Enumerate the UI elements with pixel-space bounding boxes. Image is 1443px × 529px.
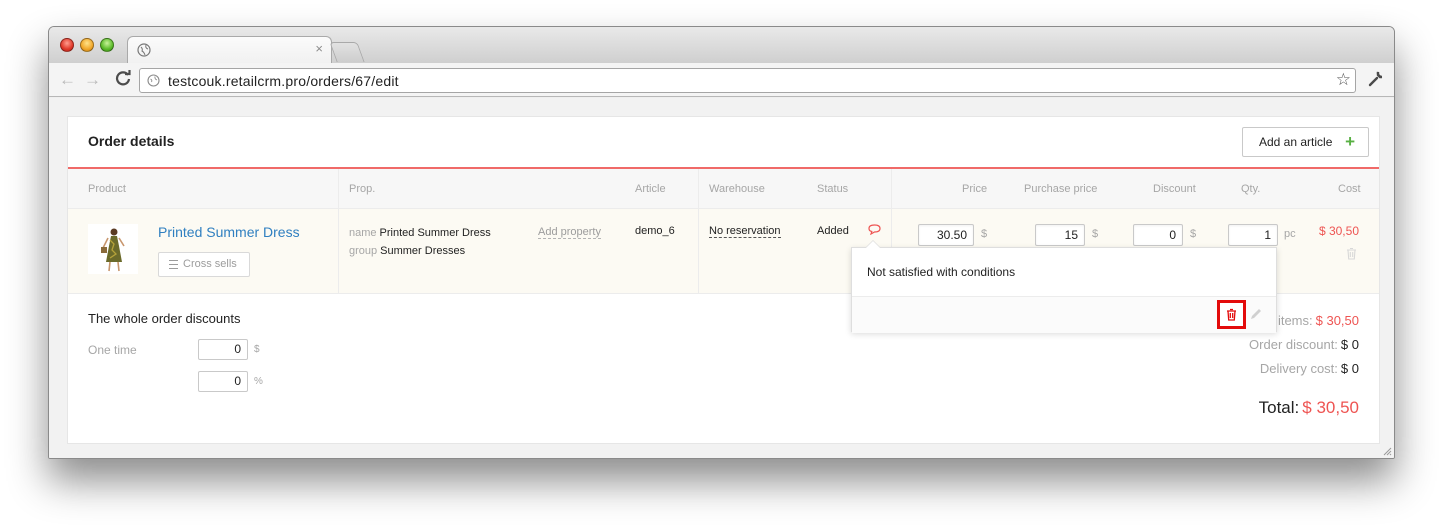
reload-icon[interactable]: [115, 70, 131, 90]
window-close-button[interactable]: [60, 38, 74, 52]
title-bar: ×: [49, 27, 1394, 63]
summary-items: items: $ 30,50: [1278, 313, 1359, 328]
wrench-icon[interactable]: [1367, 70, 1385, 88]
quantity-input[interactable]: 1: [1228, 224, 1278, 246]
window-maximize-button[interactable]: [100, 38, 114, 52]
forward-arrow-icon[interactable]: →: [84, 70, 101, 90]
col-discount: Discount: [1153, 183, 1196, 195]
pencil-icon[interactable]: [1249, 307, 1263, 321]
prop-value: Printed Summer Dress: [379, 227, 491, 239]
product-thumbnail[interactable]: [88, 224, 138, 274]
status-comment-text: Not satisfied with conditions: [867, 265, 1016, 279]
summary-items-value: $ 30,50: [1315, 313, 1359, 328]
col-product: Product: [88, 183, 126, 195]
site-info-icon[interactable]: [147, 74, 160, 87]
add-article-label: Add an article: [1259, 135, 1333, 149]
price-unit: $: [981, 228, 988, 240]
summary-order-discount: Order discount: $ 0: [1249, 337, 1359, 352]
reload-icon-svg: [115, 70, 131, 86]
column-separator: [338, 169, 339, 294]
col-status: Status: [817, 183, 849, 195]
url-host: testcouk.retailcrm.pro: [168, 73, 307, 89]
col-purchase-price: Purchase price: [1024, 183, 1098, 195]
order-discounts-title: The whole order discounts: [88, 311, 241, 326]
delete-comment-button[interactable]: [1217, 300, 1246, 329]
card-title: Order details: [88, 133, 175, 149]
window-minimize-button[interactable]: [80, 38, 94, 52]
plus-icon: +: [1345, 132, 1355, 151]
col-prop: Prop.: [349, 183, 376, 195]
browser-window: × ← → testcouk.retailcrm.pro/orders/67/e…: [48, 26, 1395, 459]
col-qty: Qty.: [1241, 183, 1261, 195]
quantity-unit: pc: [1284, 228, 1296, 240]
tab-close-icon[interactable]: ×: [315, 41, 323, 56]
discount-input[interactable]: 0: [1133, 224, 1183, 246]
warehouse-reservation-link[interactable]: No reservation: [709, 225, 781, 238]
summary-items-label: items:: [1277, 313, 1313, 328]
row-cost: $ 30,50: [1318, 224, 1359, 238]
browser-toolbar: ← → testcouk.retailcrm.pro/orders/67/edi…: [49, 63, 1394, 97]
new-tab-button[interactable]: [329, 42, 365, 62]
prop-value: Summer Dresses: [380, 245, 466, 257]
order-discount-percent-unit: %: [254, 376, 263, 387]
order-discount-percent-input[interactable]: 0: [198, 371, 248, 392]
trash-icon: [1227, 308, 1236, 321]
col-price: Price: [962, 183, 988, 195]
order-total: Total: $ 30,50: [1259, 398, 1359, 418]
address-bar[interactable]: testcouk.retailcrm.pro/orders/67/edit ☆: [139, 68, 1356, 93]
table-header: Product Prop. Article Warehouse Status P…: [68, 169, 1379, 209]
order-details-card: Order details Add an article + Product P…: [67, 116, 1380, 444]
article-value: demo_6: [635, 225, 675, 237]
column-separator: [698, 169, 699, 294]
browser-window-shadow: × ← → testcouk.retailcrm.pro/orders/67/e…: [48, 26, 1395, 459]
list-icon: [169, 260, 178, 269]
back-arrow-icon[interactable]: ←: [59, 70, 76, 90]
cross-sells-button[interactable]: Cross sells: [158, 252, 250, 277]
url-path: /orders/67/edit: [306, 73, 399, 89]
page-viewport: Order details Add an article + Product P…: [49, 98, 1394, 458]
order-discount-amount-unit: $: [254, 344, 260, 355]
total-label: Total:: [1258, 398, 1300, 417]
popup-footer: [852, 297, 1276, 333]
summary-order-discount-label: Order discount:: [1249, 337, 1338, 352]
prop-key: group: [349, 245, 378, 257]
purchase-price-input[interactable]: 15: [1035, 224, 1085, 246]
order-discount-amount-input[interactable]: 0: [198, 339, 248, 360]
resize-grip-icon[interactable]: [1382, 446, 1392, 456]
status-value: Added: [817, 225, 849, 237]
col-article: Article: [635, 183, 666, 195]
summary-delivery-label: Delivery cost:: [1259, 361, 1338, 376]
add-article-button[interactable]: Add an article +: [1242, 127, 1369, 157]
total-value: $ 30,50: [1302, 398, 1359, 417]
browser-tab[interactable]: ×: [127, 36, 332, 63]
prop-group: group Summer Dresses: [349, 245, 465, 257]
comment-icon[interactable]: [868, 224, 881, 235]
price-input[interactable]: 30.50: [918, 224, 974, 246]
summary-order-discount-value: $ 0: [1340, 337, 1359, 352]
prop-key: name: [349, 227, 377, 239]
one-time-label: One time: [88, 343, 137, 357]
col-warehouse: Warehouse: [709, 183, 765, 195]
address-url: testcouk.retailcrm.pro/orders/67/edit: [168, 73, 399, 89]
cross-sells-label: Cross sells: [183, 258, 237, 270]
purchase-price-unit: $: [1092, 228, 1099, 240]
prop-name: name Printed Summer Dress: [349, 227, 491, 239]
trash-icon[interactable]: [1346, 247, 1357, 260]
add-property-link[interactable]: Add property: [538, 226, 601, 239]
discount-unit: $: [1190, 228, 1197, 240]
bookmark-star-icon[interactable]: ☆: [1336, 70, 1351, 90]
col-cost: Cost: [1338, 183, 1361, 195]
status-comment-popup: Not satisfied with conditions: [851, 240, 1277, 333]
product-name-link[interactable]: Printed Summer Dress: [158, 224, 300, 240]
globe-icon: [137, 43, 151, 57]
summary-delivery-value: $ 0: [1340, 361, 1359, 376]
summary-delivery: Delivery cost: $ 0: [1260, 361, 1359, 376]
